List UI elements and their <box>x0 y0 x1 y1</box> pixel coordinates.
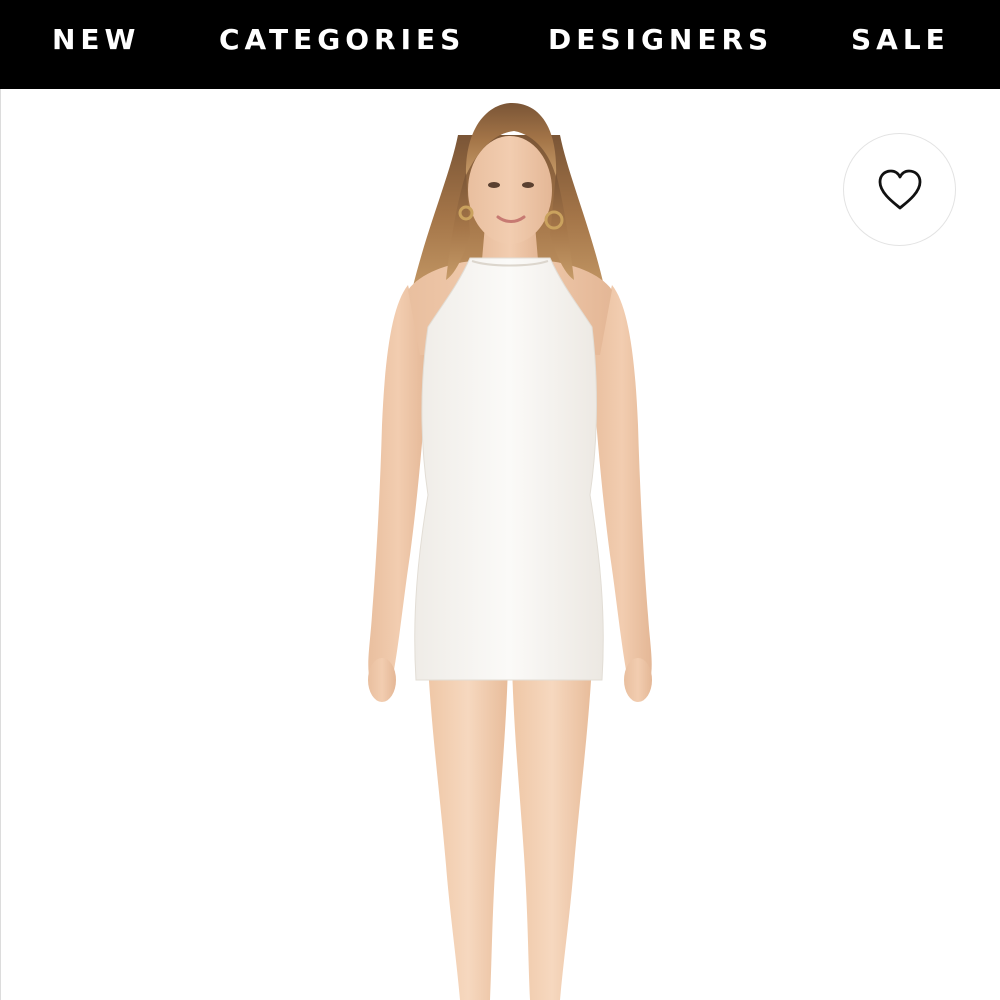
left-leg <box>428 665 508 1000</box>
nav-item-designers[interactable]: DESIGNERS <box>548 22 773 58</box>
top-navigation-bar: NEW CATEGORIES DESIGNERS SALE <box>0 0 1000 89</box>
heart-outline-icon <box>878 169 921 209</box>
face <box>468 136 552 244</box>
right-leg <box>512 665 592 1000</box>
favorite-button[interactable] <box>843 133 956 246</box>
product-image[interactable] <box>300 95 720 1000</box>
white-halter-dress <box>414 257 604 681</box>
nav-item-new[interactable]: NEW <box>52 22 140 58</box>
nav-item-categories[interactable]: CATEGORIES <box>219 22 465 58</box>
nav-item-sale[interactable]: SALE <box>851 22 950 58</box>
product-page: NEW CATEGORIES DESIGNERS SALE <box>0 0 1000 1000</box>
